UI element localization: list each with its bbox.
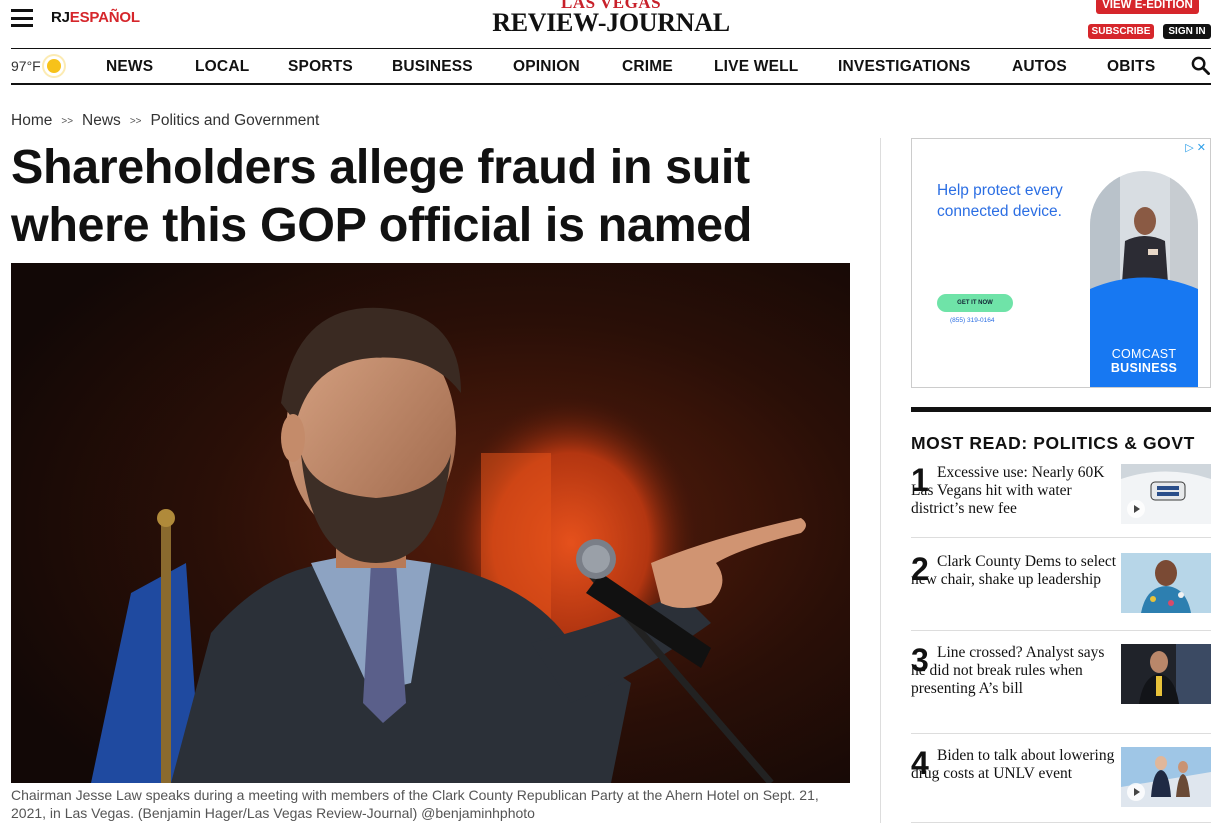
menu-icon[interactable]	[11, 9, 33, 27]
column-divider	[880, 138, 881, 823]
breadcrumb-home[interactable]: Home	[11, 112, 52, 130]
breadcrumb: Home >> News >> Politics and Government	[11, 112, 319, 130]
sign-in-button[interactable]: SIGN IN	[1163, 24, 1211, 39]
nav-item-opinion[interactable]: OPINION	[513, 58, 580, 76]
search-icon[interactable]	[1191, 56, 1210, 75]
sun-icon	[46, 59, 61, 73]
most-read-headline[interactable]: Excessive use: Nearly 60K Las Vegans hit…	[911, 464, 1121, 518]
main-nav: 97°F NEWS LOCAL SPORTS BUSINESS OPINION …	[11, 48, 1211, 85]
rj-label: RJ	[51, 9, 70, 26]
most-read-thumbnail[interactable]	[1121, 553, 1211, 613]
most-read-item[interactable]: 4 Biden to talk about lowering drug cost…	[911, 745, 1211, 823]
rj-espanol-link[interactable]: RJESPAÑOL	[51, 9, 140, 26]
nav-item-business[interactable]: BUSINESS	[392, 58, 473, 76]
subscribe-button[interactable]: SUBSCRIBE	[1088, 24, 1154, 39]
masthead-logo[interactable]: LAS VEGAS REVIEW-JOURNAL	[480, 0, 742, 37]
most-read-divider	[911, 407, 1211, 412]
most-read-item[interactable]: 1 Excessive use: Nearly 60K Las Vegans h…	[911, 462, 1211, 538]
nav-item-sports[interactable]: SPORTS	[288, 58, 353, 76]
nav-item-obits[interactable]: OBITS	[1107, 58, 1155, 76]
top-bar: RJESPAÑOL LAS VEGAS REVIEW-JOURNAL VIEW …	[0, 0, 1224, 48]
speaker-photo-illustration	[11, 263, 850, 783]
breadcrumb-separator: >>	[61, 115, 74, 127]
play-icon	[1127, 783, 1145, 801]
nav-item-crime[interactable]: CRIME	[622, 58, 673, 76]
view-e-edition-button[interactable]: VIEW E-EDITION	[1096, 0, 1199, 14]
breadcrumb-politics[interactable]: Politics and Government	[151, 112, 320, 130]
nav-item-live-well[interactable]: LIVE WELL	[714, 58, 798, 76]
most-read-headline[interactable]: Line crossed? Analyst says he did not br…	[911, 644, 1121, 698]
most-read-item[interactable]: 3 Line crossed? Analyst says he did not …	[911, 642, 1211, 734]
masthead-bottom: REVIEW-JOURNAL	[492, 8, 730, 37]
nav-item-news[interactable]: NEWS	[106, 58, 153, 76]
ad-brand: COMCAST BUSINESS	[1090, 347, 1198, 375]
article-headline: Shareholders allege fraud in suit where …	[11, 140, 752, 252]
ad-phone: (855) 319-0164	[950, 317, 995, 324]
nav-item-investigations[interactable]: INVESTIGATIONS	[838, 58, 971, 76]
most-read-thumbnail[interactable]	[1121, 644, 1211, 704]
most-read-title: MOST READ: POLITICS & GOVT	[911, 433, 1195, 453]
nav-item-local[interactable]: LOCAL	[195, 58, 249, 76]
ad-brand-line2: BUSINESS	[1110, 361, 1178, 375]
breadcrumb-news[interactable]: News	[82, 112, 121, 130]
article-photo[interactable]	[11, 263, 850, 783]
ad-cta-button[interactable]: GET IT NOW	[937, 294, 1013, 312]
play-icon	[1127, 500, 1145, 518]
espanol-label: ESPAÑOL	[69, 9, 140, 26]
breadcrumb-separator: >>	[129, 115, 142, 127]
weather-temp: 97°F	[11, 58, 41, 74]
most-read-headline[interactable]: Clark County Dems to select new chair, s…	[911, 553, 1121, 589]
advertisement[interactable]: ▷ ✕ Help protect every connected device.…	[911, 138, 1211, 388]
nav-item-autos[interactable]: AUTOS	[1012, 58, 1067, 76]
most-read-thumbnail[interactable]	[1121, 747, 1211, 807]
weather-widget[interactable]: 97°F	[11, 58, 61, 74]
photo-caption: Chairman Jesse Law speaks during a meeti…	[11, 787, 819, 821]
most-read-headline[interactable]: Biden to talk about lowering drug costs …	[911, 747, 1121, 783]
most-read-thumbnail[interactable]	[1121, 464, 1211, 524]
adchoices-icon[interactable]: ▷ ✕	[1185, 141, 1206, 154]
ad-brand-line1: COMCAST	[1111, 347, 1177, 361]
most-read-item[interactable]: 2 Clark County Dems to select new chair,…	[911, 551, 1211, 631]
ad-headline: Help protect every connected device.	[937, 182, 1063, 220]
